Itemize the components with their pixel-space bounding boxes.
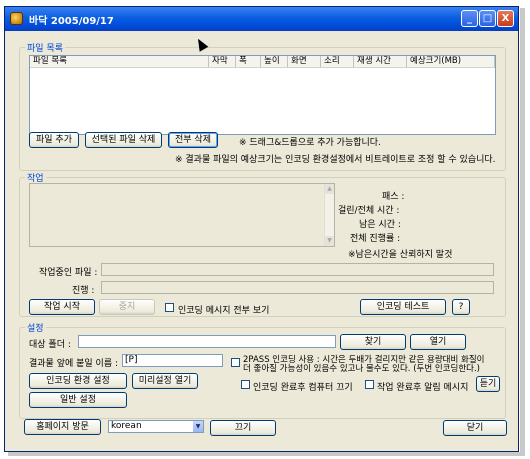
current-file-label: 작업중인 파일 : [39,268,98,278]
scroll-down-arrow-icon[interactable]: ▼ [325,236,334,246]
show-all-messages-checkbox[interactable] [165,303,174,312]
column-header-width[interactable]: 폭 [236,56,261,68]
shutdown-checkbox[interactable] [241,380,250,389]
progress-label: 진행 : [72,286,95,296]
remaining-label: 남은 시간 : [359,220,401,230]
column-header-file[interactable]: 파일 목록 [30,56,209,68]
preset-open-button[interactable]: 미리설정 열기 [132,373,198,389]
notify-checkbox[interactable] [365,380,374,389]
shutdown-label: 인코딩 완료후 컴퓨터 끄기 [253,383,353,393]
minimize-button[interactable]: _ [461,10,478,27]
column-header-duration[interactable]: 재생 시간 [354,56,407,68]
delete-selected-button[interactable]: 선택된 파일 삭제 [85,132,162,148]
add-file-button[interactable]: 파일 추가 [29,132,79,148]
file-list-table[interactable]: 파일 목록 자막 폭 높이 화면 소리 재생 시간 예상크기(MB) [29,55,496,135]
target-folder-input[interactable] [78,335,336,348]
remaining-note: ※남은시간을 산뢰하지 말것 [348,250,453,260]
column-header-subtitle[interactable]: 자막 [209,56,236,68]
scroll-up-arrow-icon[interactable]: ▲ [325,184,334,194]
close-button[interactable]: X [497,10,514,27]
column-header-height[interactable]: 높이 [261,56,288,68]
prefix-label: 결과물 앞에 붙일 이름 : [29,359,118,369]
close-dialog-button[interactable]: 닫기 [443,420,507,436]
encoding-env-button[interactable]: 인코딩 환경 설정 [29,373,127,389]
prefix-input[interactable]: [P] [122,354,223,367]
file-list-group-label: 파일 목록 [25,41,65,54]
start-button[interactable]: 작업 시작 [29,299,95,315]
chevron-down-icon[interactable]: ▼ [193,421,203,432]
pass-label: 패스 : [382,192,405,202]
title-bar[interactable]: 바닥 2005/09/17 _ □ X [5,7,518,31]
open-folder-button[interactable]: 열기 [410,334,466,350]
log-scrollbar[interactable]: ▲ ▼ [324,184,334,246]
delete-all-button[interactable]: 전부 삭제 [168,132,218,148]
window-shadow-right [520,8,525,454]
elapsed-total-label: 걸린/전체 시간 : [338,206,400,216]
listen-button[interactable]: 듣기 [476,376,500,392]
app-icon [10,12,23,25]
settings-group-label: 설정 [25,321,46,334]
target-folder-label: 대상 폴더 : [29,340,71,350]
stop-button[interactable]: 중지 [99,299,155,315]
notify-label: 작업 완료후 알림 메시지 [377,383,469,393]
maximize-button[interactable]: □ [479,10,496,27]
find-folder-button[interactable]: 찾기 [340,334,406,350]
homepage-button[interactable]: 홈페이지 방문 [24,419,101,435]
column-header-size[interactable]: 예상크기(MB) [407,56,495,68]
progress-bar [101,281,494,294]
window-shadow-bottom [8,452,525,456]
size-note: ※ 결과물 파일의 예상크기는 인코딩 환경설정에서 비트레이트로 조정 할 수… [175,155,496,165]
quit-button[interactable]: 끄기 [210,420,276,436]
encoding-test-button[interactable]: 인코딩 테스트 [360,299,446,315]
drag-drop-note: ※ 드래그&드롭으로 추가 가능합니다. [239,138,381,148]
twopass-text-line2: 더 좋아질 가능성이 있음수 있고나 물수도 있다. (두번 인코딩한다.) [243,364,480,374]
current-file-field [101,263,494,276]
encoding-log[interactable]: ▲ ▼ [29,183,335,247]
general-settings-button[interactable]: 일반 설정 [29,392,127,408]
column-header-video[interactable]: 화면 [288,56,321,68]
language-select-value: korean [111,421,142,431]
twopass-checkbox[interactable] [231,358,240,367]
language-select[interactable]: korean ▼ [108,420,204,433]
total-progress-label: 전체 진행률 : [350,234,401,244]
help-button[interactable]: ? [452,299,470,315]
window-title: 바닥 2005/09/17 [29,16,114,27]
show-all-messages-label: 인코딩 메시지 전부 보기 [178,306,270,316]
column-header-audio[interactable]: 소리 [321,56,354,68]
app-window: 바닥 2005/09/17 _ □ X 파일 목록 파일 목록 자막 폭 높이 … [4,6,519,452]
